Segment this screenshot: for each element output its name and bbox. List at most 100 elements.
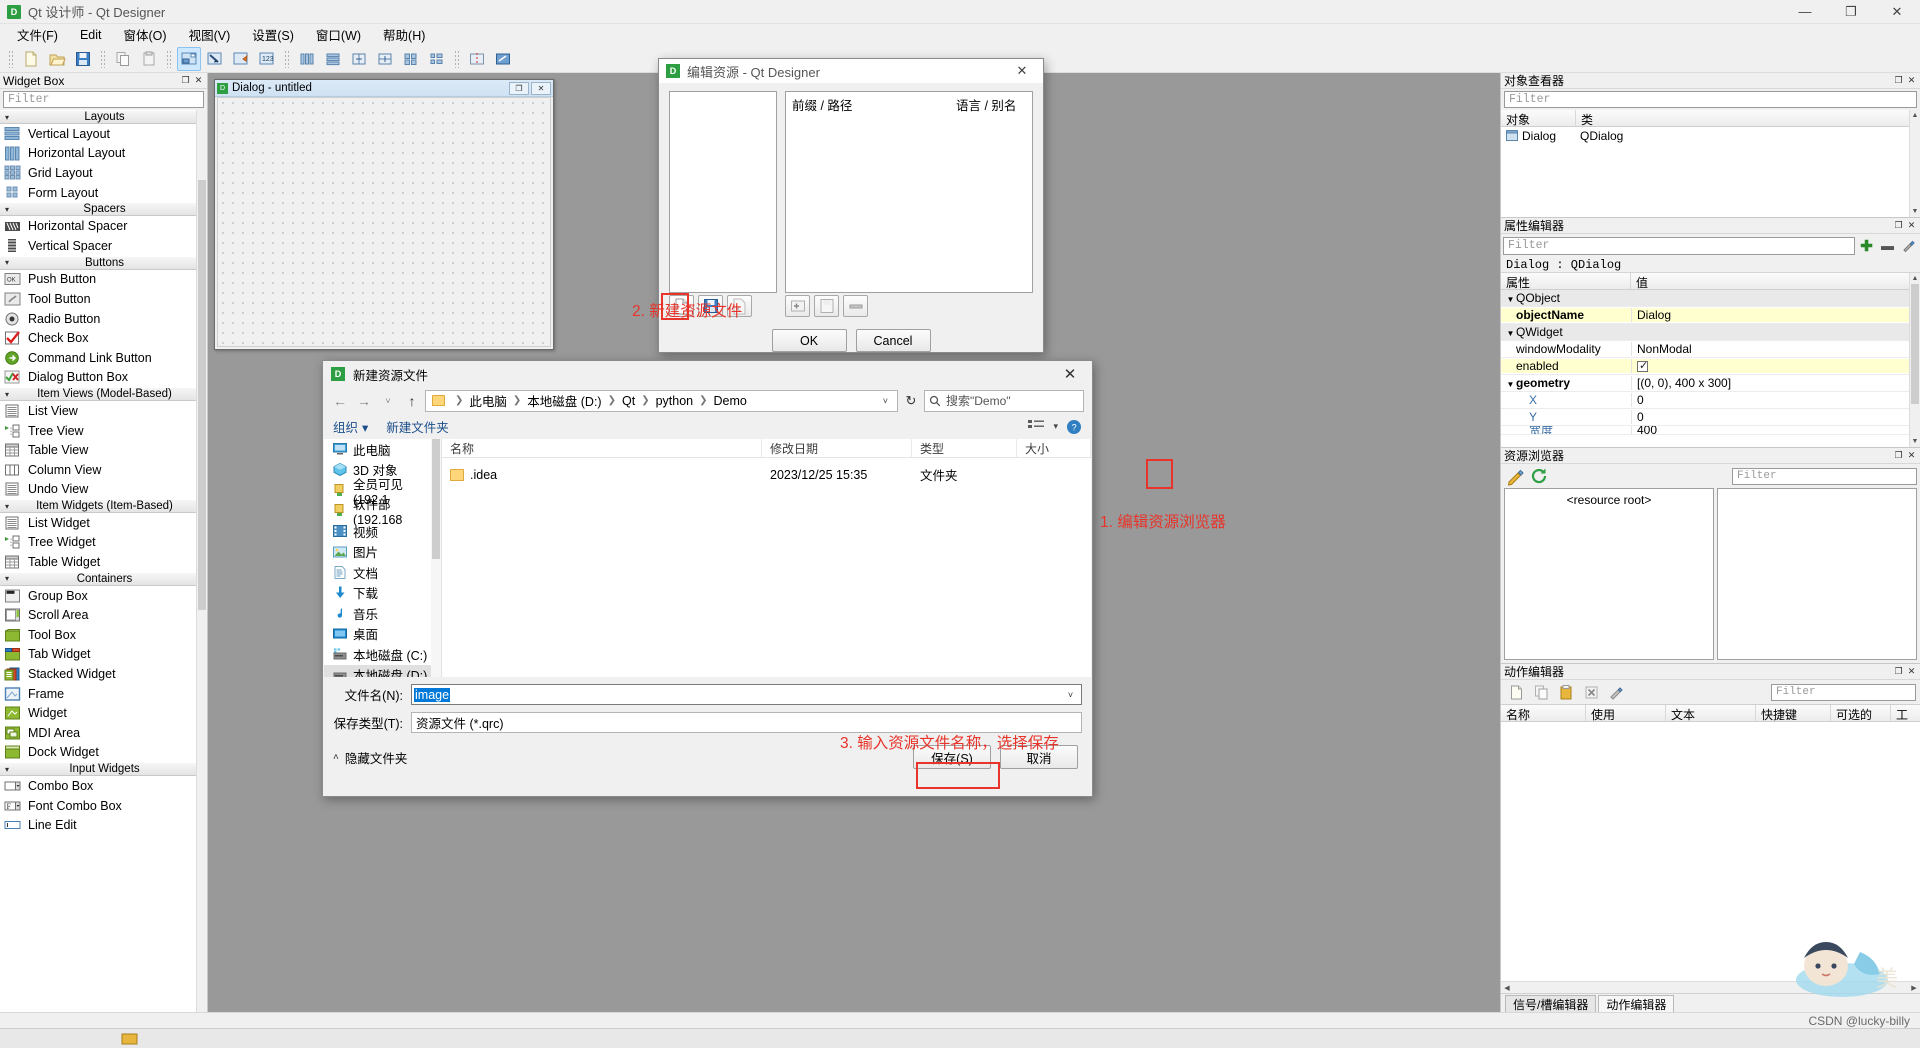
breadcrumb-item-1[interactable]: 本地磁盘 (D:) xyxy=(527,391,601,410)
menu-view[interactable]: 视图(V) xyxy=(178,23,242,46)
property-value[interactable]: NonModal xyxy=(1631,342,1920,356)
resource-entry-list[interactable]: 前缀 / 路径 语言 / 别名 xyxy=(785,91,1033,293)
column-text[interactable]: 文本 xyxy=(1666,705,1756,722)
action-editor-float-button[interactable]: ❐ xyxy=(1893,666,1904,677)
taskbar-item-2[interactable] xyxy=(52,1029,104,1048)
widget-item-check-box[interactable]: Check Box xyxy=(0,328,207,348)
column-size[interactable]: 大小 xyxy=(1017,439,1091,457)
filename-input[interactable]: image ˅ xyxy=(411,684,1082,705)
add-file-button[interactable] xyxy=(814,295,839,317)
column-shortcut[interactable]: 快捷键 xyxy=(1756,705,1831,722)
column-property[interactable]: 属性 xyxy=(1501,273,1631,290)
action-editor-hscrollbar[interactable]: ◀ ▶ xyxy=(1501,981,1920,993)
resource-tree[interactable]: <resource root> xyxy=(1504,488,1714,660)
widget-item-radio-button[interactable]: Radio Button xyxy=(0,308,207,329)
add-property-button[interactable]: ✚ xyxy=(1857,237,1876,255)
widget-item-stacked-widget[interactable]: Stacked Widget xyxy=(0,664,207,684)
edit-action-button[interactable] xyxy=(1605,681,1627,703)
help-icon[interactable]: ? xyxy=(1066,419,1082,435)
places-item-pictures[interactable]: 图片 xyxy=(324,542,441,563)
view-mode-dropdown-icon[interactable]: ▾ xyxy=(1053,421,1058,432)
group-input-widgets[interactable]: ▾ Input Widgets xyxy=(0,762,207,777)
column-modified[interactable]: 修改日期 xyxy=(762,439,912,457)
widget-box-float-button[interactable]: ❐ xyxy=(180,75,191,86)
new-folder-button[interactable]: 新建文件夹 xyxy=(386,417,449,436)
places-item-network-dev[interactable]: 软件部 (192.168 xyxy=(324,498,441,527)
table-row[interactable]: Dialog QDialog xyxy=(1501,127,1920,144)
close-button[interactable]: ✕ xyxy=(1874,0,1920,23)
column-used[interactable]: 使用 xyxy=(1586,705,1666,722)
property-row-geometry-y[interactable]: Y 0 xyxy=(1501,409,1920,426)
property-value[interactable]: Dialog xyxy=(1631,308,1920,322)
maximize-button[interactable]: ❐ xyxy=(1828,0,1874,23)
refresh-button[interactable]: ↻ xyxy=(900,390,922,412)
column-prefix-path[interactable]: 前缀 / 路径 xyxy=(792,95,956,114)
object-inspector-float-button[interactable]: ❐ xyxy=(1893,75,1904,86)
widget-item-tree-view[interactable]: Tree View xyxy=(0,420,207,441)
widget-box-filter-input[interactable]: Filter xyxy=(3,91,204,108)
property-scrollbar-thumb[interactable] xyxy=(1911,284,1919,404)
column-value[interactable]: 值 xyxy=(1631,273,1920,290)
open-form-button[interactable] xyxy=(45,47,69,71)
group-containers[interactable]: ▾ Containers xyxy=(0,571,207,586)
property-row-windowmodality[interactable]: windowModality NonModal xyxy=(1501,341,1920,358)
chevron-down-icon[interactable]: ▼ xyxy=(1505,380,1516,389)
resource-browser-edit-button[interactable] xyxy=(1504,465,1526,487)
property-value[interactable]: [(0, 0), 400 x 300] xyxy=(1631,376,1920,390)
filename-dropdown-icon[interactable]: ˅ xyxy=(1062,690,1079,700)
group-buttons[interactable]: ▾ Buttons xyxy=(0,255,207,270)
layout-horizontal-button[interactable] xyxy=(295,47,319,71)
places-item-disk-c[interactable]: 本地磁盘 (C:) xyxy=(324,644,441,665)
breadcrumb-dropdown-icon[interactable]: ˅ xyxy=(878,396,893,406)
toolbar-grip-2[interactable] xyxy=(100,49,106,68)
resource-browser-float-button[interactable]: ❐ xyxy=(1893,450,1904,461)
edit-resource-close-button[interactable]: ✕ xyxy=(1001,59,1043,83)
organize-button[interactable]: 组织 ▾ xyxy=(333,417,368,436)
object-inspector-tree[interactable]: 对象 类 Dialog QDialog ▲ ▼ xyxy=(1501,110,1920,217)
break-layout-button[interactable] xyxy=(465,47,489,71)
paste-button[interactable] xyxy=(137,47,161,71)
widget-box-scrollbar-thumb[interactable] xyxy=(198,180,206,610)
widget-item-vertical-layout[interactable]: Vertical Layout xyxy=(0,124,207,144)
widget-item-dialog-button-box[interactable]: Dialog Button Box xyxy=(0,367,207,388)
layout-splitter-h-button[interactable] xyxy=(347,47,371,71)
form-restore-button[interactable]: ❐ xyxy=(509,81,529,95)
widget-box-close-button[interactable]: ✕ xyxy=(193,75,204,86)
chevron-down-icon[interactable]: ▼ xyxy=(1505,329,1516,338)
widget-item-line-edit[interactable]: Line Edit xyxy=(0,815,207,835)
column-class[interactable]: 类 xyxy=(1576,110,1920,127)
widget-item-widget[interactable]: Widget xyxy=(0,703,207,724)
cancel-button[interactable]: Cancel xyxy=(855,329,931,352)
resource-file-list[interactable] xyxy=(669,91,777,293)
new-form-button[interactable] xyxy=(19,47,43,71)
property-row-objectname[interactable]: objectName Dialog xyxy=(1501,307,1920,324)
widget-item-horizontal-spacer[interactable]: Horizontal Spacer xyxy=(0,216,207,236)
widget-item-dock-widget[interactable]: Dock Widget xyxy=(0,742,207,763)
group-item-widgets[interactable]: ▾ Item Widgets (Item-Based) xyxy=(0,499,207,514)
places-item-music[interactable]: 音乐 xyxy=(324,603,441,624)
resource-browser-close-button[interactable]: ✕ xyxy=(1906,450,1917,461)
copy-action-button[interactable] xyxy=(1530,681,1552,703)
property-editor-float-button[interactable]: ❐ xyxy=(1893,220,1904,231)
column-type[interactable]: 类型 xyxy=(912,439,1017,457)
widget-item-horizontal-layout[interactable]: Horizontal Layout xyxy=(0,143,207,164)
action-editor-filter-input[interactable]: Filter xyxy=(1771,683,1916,701)
adjust-size-button[interactable] xyxy=(491,47,515,71)
toolbar-grip-3[interactable] xyxy=(166,49,172,68)
widget-item-form-layout[interactable]: Form Layout xyxy=(0,182,207,203)
places-item-downloads[interactable]: 下载 xyxy=(324,583,441,604)
action-editor-table[interactable]: 名称 使用 文本 快捷键 可选的 工 xyxy=(1501,704,1920,981)
ok-button[interactable]: OK xyxy=(771,329,847,352)
menu-file[interactable]: 文件(F) xyxy=(6,23,69,46)
back-button[interactable]: ← xyxy=(329,390,351,412)
property-row-geometry[interactable]: ▼ geometry [(0, 0), 400 x 300] xyxy=(1501,375,1920,392)
property-row-geometry-width[interactable]: 宽度 400 xyxy=(1501,426,1920,435)
places-item-this-pc[interactable]: 此电脑 xyxy=(324,439,441,460)
filetype-select[interactable]: 资源文件 (*.qrc) xyxy=(411,712,1082,733)
property-value-checkbox[interactable]: ✓ xyxy=(1631,359,1920,373)
property-value[interactable]: 0 xyxy=(1631,410,1920,424)
copy-button[interactable] xyxy=(111,47,135,71)
taskbar-item-3[interactable] xyxy=(104,1029,156,1048)
toolbar-grip-4[interactable] xyxy=(284,49,290,68)
column-name[interactable]: 名称 xyxy=(1501,705,1586,722)
